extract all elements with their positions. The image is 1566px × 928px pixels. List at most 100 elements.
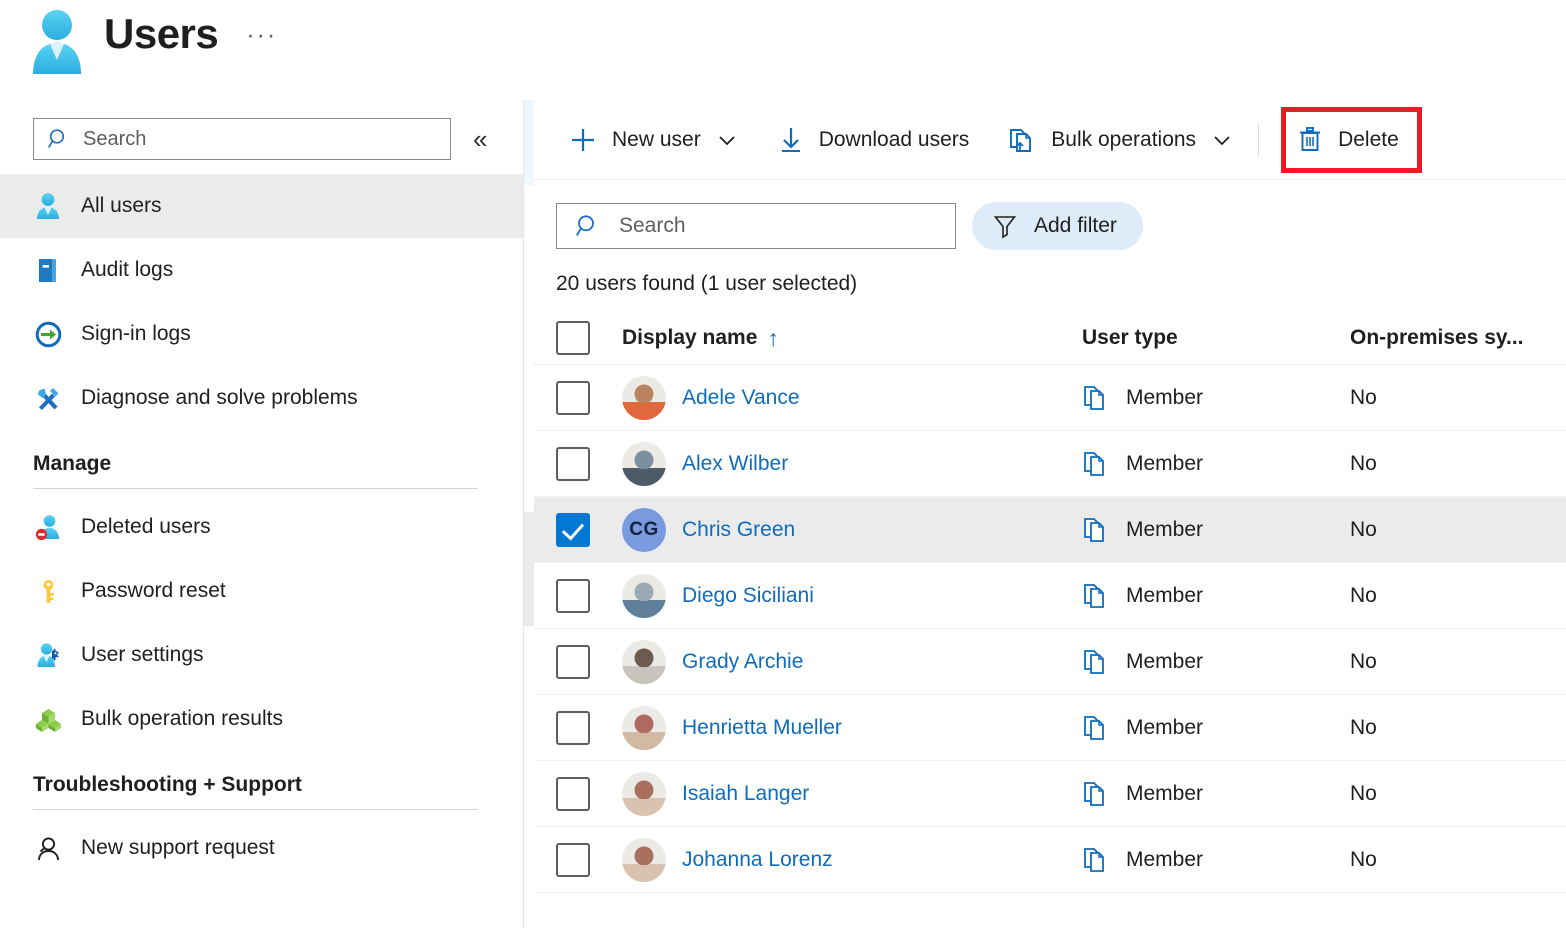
sidebar-item-sign-in-logs[interactable]: Sign-in logs xyxy=(0,302,523,366)
on-premises-sync-label: No xyxy=(1350,650,1377,673)
row-checkbox[interactable] xyxy=(556,777,590,811)
user-name-link[interactable]: Henrietta Mueller xyxy=(682,716,842,740)
sign-in-icon xyxy=(33,319,63,349)
avatar-initials: CG xyxy=(622,508,666,552)
copy-pages-icon xyxy=(1082,845,1110,875)
column-label: On-premises sy... xyxy=(1350,326,1524,349)
table-row[interactable]: Johanna LorenzMemberNo xyxy=(534,827,1566,893)
table-row[interactable]: Henrietta MuellerMemberNo xyxy=(534,695,1566,761)
main-content: New user Download users xyxy=(534,100,1566,928)
chevron-down-icon xyxy=(1210,128,1234,152)
row-checkbox[interactable] xyxy=(556,579,590,613)
book-icon xyxy=(33,255,63,285)
sidebar-support-nav: New support request xyxy=(0,816,523,880)
user-profile-icon xyxy=(28,8,86,78)
page-more-menu-button[interactable]: ··· xyxy=(246,20,277,50)
on-premises-sync-cell: No xyxy=(1350,584,1566,608)
row-checkbox[interactable] xyxy=(556,843,590,877)
add-filter-button[interactable]: Add filter xyxy=(972,202,1143,250)
on-premises-sync-label: No xyxy=(1350,716,1377,739)
table-row[interactable]: Alex Wilber Member No xyxy=(534,431,1566,497)
sidebar-item-user-settings[interactable]: User settings xyxy=(0,623,523,687)
user-name-link[interactable]: Adele Vance xyxy=(682,386,800,410)
row-select-cell xyxy=(534,843,622,877)
sidebar-item-diagnose-and-solve-problems[interactable]: Diagnose and solve problems xyxy=(0,366,523,430)
sidebar-item-new-support-request[interactable]: New support request xyxy=(0,816,523,880)
sidebar-primary-nav: All users Audit logs xyxy=(0,174,523,430)
user-type-label: Member xyxy=(1126,584,1203,608)
column-header-display-name[interactable]: Display name ↑ xyxy=(622,325,1082,352)
row-checkbox[interactable] xyxy=(556,711,590,745)
download-users-button[interactable]: Download users xyxy=(767,116,980,164)
display-name-cell: Henrietta Mueller xyxy=(622,706,1082,750)
collapse-sidebar-button[interactable]: « xyxy=(473,126,487,152)
trash-icon xyxy=(1296,125,1324,155)
page-header: Users ··· xyxy=(0,0,1566,100)
on-premises-sync-cell: No xyxy=(1350,650,1566,674)
user-name-link[interactable]: Alex Wilber xyxy=(682,452,788,476)
users-table: Display name ↑ User type On-premises sy.… xyxy=(534,312,1566,893)
column-header-user-type[interactable]: User type xyxy=(1082,326,1350,350)
content-scrollbar-thumb[interactable] xyxy=(524,512,534,626)
sidebar-manage-nav: Deleted users Password reset xyxy=(0,495,523,751)
sidebar-item-label: Diagnose and solve problems xyxy=(81,386,358,410)
sidebar-item-label: User settings xyxy=(81,643,204,667)
select-all-cell xyxy=(534,321,622,355)
row-checkbox[interactable] xyxy=(556,381,590,415)
download-users-label: Download users xyxy=(819,128,970,152)
column-header-on-premises-sync[interactable]: On-premises sy... xyxy=(1350,326,1566,350)
user-name-link[interactable]: Chris Green xyxy=(682,518,795,542)
key-icon xyxy=(33,576,63,606)
user-name-link[interactable]: Diego Siciliani xyxy=(682,584,814,608)
divider xyxy=(33,809,478,810)
user-type-label: Member xyxy=(1126,452,1203,476)
row-checkbox[interactable] xyxy=(556,513,590,547)
user-type-cell: Member xyxy=(1082,779,1350,809)
user-name-link[interactable]: Isaiah Langer xyxy=(682,782,809,806)
row-checkbox[interactable] xyxy=(556,447,590,481)
sidebar: « All users xyxy=(0,100,523,928)
delete-button[interactable]: Delete xyxy=(1281,107,1422,173)
bulk-operations-button[interactable]: Bulk operations xyxy=(997,116,1244,164)
sidebar-item-label: New support request xyxy=(81,836,275,860)
sidebar-search[interactable] xyxy=(33,118,451,160)
on-premises-sync-cell: No xyxy=(1350,452,1566,476)
row-select-cell xyxy=(534,447,622,481)
user-type-label: Member xyxy=(1126,518,1203,542)
row-checkbox[interactable] xyxy=(556,645,590,679)
user-name-link[interactable]: Johanna Lorenz xyxy=(682,848,833,872)
wrench-screwdriver-icon xyxy=(33,383,63,413)
table-row[interactable]: Grady Archie Member No xyxy=(534,629,1566,695)
copy-pages-icon xyxy=(1082,713,1110,743)
sidebar-search-input[interactable] xyxy=(81,127,435,152)
table-row[interactable]: Diego Siciliani Member No xyxy=(534,563,1566,629)
user-blocked-icon xyxy=(33,512,63,542)
display-name-cell: Isaiah Langer xyxy=(622,772,1082,816)
add-filter-label: Add filter xyxy=(1034,214,1117,238)
display-name-cell: Diego Siciliani xyxy=(622,574,1082,618)
select-all-checkbox[interactable] xyxy=(556,321,590,355)
row-select-cell xyxy=(534,777,622,811)
table-row[interactable]: Isaiah Langer Member No xyxy=(534,761,1566,827)
toolbar-separator xyxy=(1258,123,1259,157)
on-premises-sync-cell: No xyxy=(1350,782,1566,806)
sidebar-item-audit-logs[interactable]: Audit logs xyxy=(0,238,523,302)
user-type-label: Member xyxy=(1126,650,1203,674)
table-row[interactable]: CG Chris Green Member No xyxy=(534,497,1566,563)
avatar xyxy=(622,772,666,816)
new-user-button[interactable]: New user xyxy=(558,116,749,164)
table-row[interactable]: Adele VanceMemberNo xyxy=(534,365,1566,431)
page-title: Users xyxy=(104,8,218,60)
user-type-cell: Member xyxy=(1082,515,1350,545)
avatar xyxy=(622,706,666,750)
on-premises-sync-cell: No xyxy=(1350,518,1566,542)
users-search[interactable] xyxy=(556,203,956,249)
user-type-label: Member xyxy=(1126,782,1203,806)
user-name-link[interactable]: Grady Archie xyxy=(682,650,803,674)
sidebar-item-all-users[interactable]: All users xyxy=(0,174,523,238)
sidebar-item-deleted-users[interactable]: Deleted users xyxy=(0,495,523,559)
sidebar-item-bulk-operation-results[interactable]: Bulk operation results xyxy=(0,687,523,751)
sidebar-item-password-reset[interactable]: Password reset xyxy=(0,559,523,623)
users-search-input[interactable] xyxy=(617,213,931,239)
column-label: Display name xyxy=(622,326,757,350)
